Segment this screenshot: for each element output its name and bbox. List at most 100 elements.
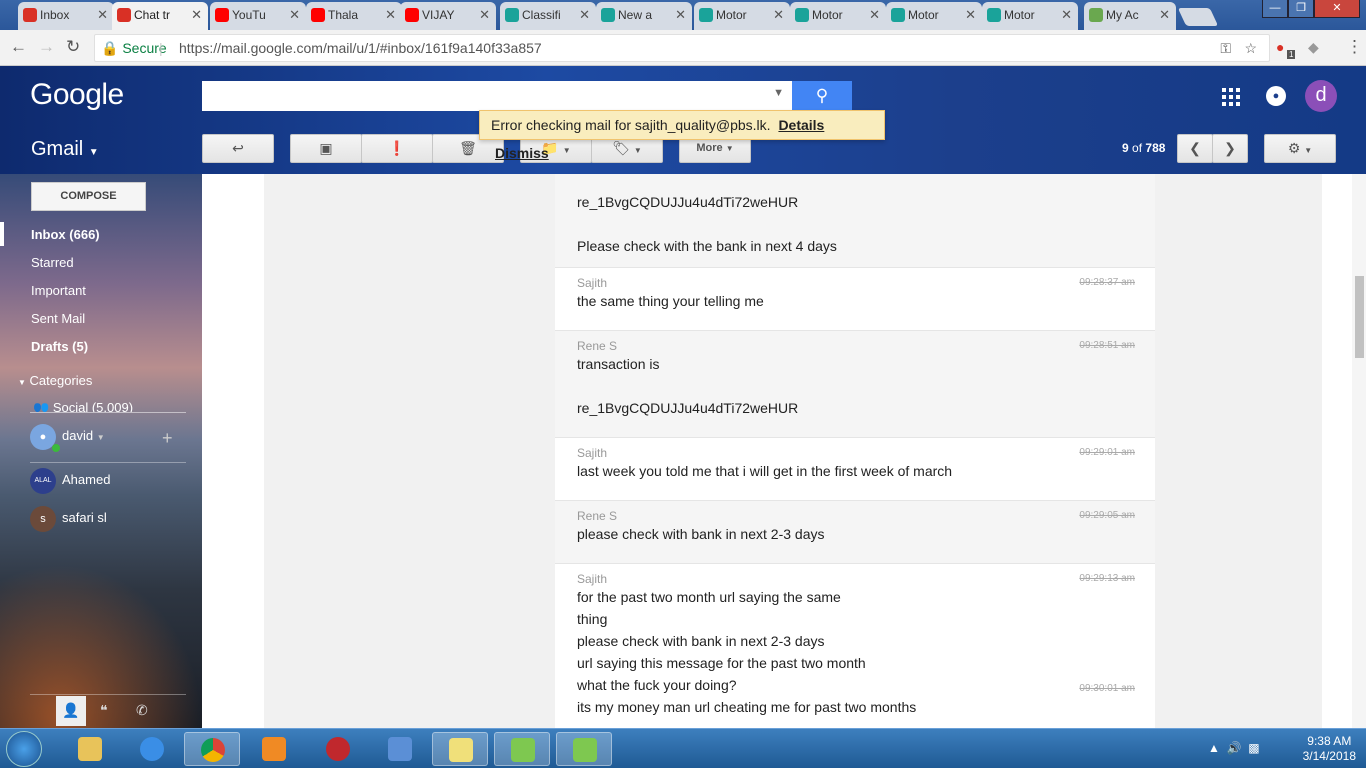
message-line: re_1BvgCQDUJJu4u4dTi72weHUR [577,194,799,210]
close-tab-icon[interactable]: ✕ [97,2,108,28]
database-taskbar-icon[interactable] [494,732,550,766]
browser-tab[interactable]: Classifi ✕ [500,2,596,30]
close-tab-icon[interactable]: ✕ [1159,2,1170,28]
close-tab-icon[interactable]: ✕ [773,2,784,28]
older-button[interactable]: ❯ [1212,134,1248,163]
settings-button[interactable]: ⚙ ▼ [1264,134,1336,163]
chat-contact-safari[interactable]: s safari sl [30,504,107,532]
database2-taskbar-icon[interactable] [556,732,612,766]
google-logo[interactable]: Google [30,78,124,112]
app-taskbar-icon[interactable] [310,732,366,766]
system-tray-icons[interactable]: ▲ 🔊 ▩ [1208,741,1260,755]
scrollbar[interactable] [1352,174,1366,728]
search-options-icon[interactable]: ▼ [773,87,784,99]
scrollbar-thumb[interactable] [1355,276,1364,358]
nav-sent-mail[interactable]: Sent Mail [31,311,85,326]
message-line: its my money man url cheating me for pas… [577,699,917,715]
close-tab-icon[interactable]: ✕ [965,2,976,28]
back-icon[interactable]: ← [10,37,27,57]
contacts-person-icon[interactable]: 👤 [56,696,86,726]
key-icon[interactable]: ⚿ [1220,35,1231,61]
chat-self-row[interactable]: ● david ▼ [30,422,105,450]
url-input[interactable]: 🔒 Secure | https://mail.google.com/mail/… [94,34,1270,62]
nav-social[interactable]: 👥 Social (5,009) [33,402,133,412]
network-app-taskbar-icon[interactable] [372,732,428,766]
dismiss-link[interactable]: Dismiss [495,145,549,161]
close-window-button[interactable]: ✕ [1314,0,1360,18]
close-tab-icon[interactable]: ✕ [675,2,686,28]
nav-important[interactable]: Important [31,283,86,298]
ie-taskbar-icon[interactable] [124,732,180,766]
browser-tab[interactable]: YouTu ✕ [210,2,306,30]
reload-icon[interactable]: ↻ [66,37,80,57]
close-tab-icon[interactable]: ✕ [869,2,880,28]
report-spam-button[interactable]: ❗ [361,134,433,163]
new-tab-button[interactable] [1177,8,1219,26]
browser-tab-strip: Inbox ✕ Chat tr ✕ YouTu ✕ Thala ✕ VIJAY ✕ Classifi… [0,0,1366,30]
account-avatar[interactable]: d [1305,80,1337,112]
search-input[interactable]: ▼ [202,81,792,111]
explorer-taskbar-icon[interactable] [62,732,118,766]
close-tab-icon[interactable]: ✕ [191,2,202,28]
forward-icon[interactable]: → [38,37,55,57]
add-contact-icon[interactable]: + [162,428,173,449]
more-label: More [696,142,723,154]
chat-contact-ahamed[interactable]: ALAL Ahamed [30,466,110,494]
details-link[interactable]: Details [778,117,824,133]
tab-title: YouTu [232,8,266,22]
apps-grid-icon[interactable] [1222,88,1240,106]
browser-tab[interactable]: Chat tr ✕ [112,2,208,30]
newer-button[interactable]: ❮ [1177,134,1213,163]
chrome-taskbar-icon[interactable] [184,732,240,766]
close-tab-icon[interactable]: ✕ [579,2,590,28]
archive-button[interactable]: ▣ [290,134,362,163]
youtube-icon [311,8,325,22]
spam-icon: ❗ [388,140,406,156]
search-button[interactable]: ⚲ [792,81,852,111]
minimize-button[interactable]: — [1262,0,1288,18]
nav-starred[interactable]: Starred [31,255,74,270]
bookmark-star-icon[interactable]: ☆ [1244,35,1257,61]
network-icon[interactable]: ▩ [1248,741,1259,755]
notifications-bell-icon[interactable]: ● [1266,86,1286,106]
start-button[interactable] [6,731,42,767]
hangouts-quote-icon[interactable]: ❝ [100,702,108,719]
contact-name: safari sl [62,510,107,525]
extension-badge: 1 [1287,50,1296,59]
error-banner: Error checking mail for sajith_quality@p… [479,110,885,161]
close-tab-icon[interactable]: ✕ [289,2,300,28]
show-hidden-icons-icon[interactable]: ▲ [1208,741,1220,755]
close-tab-icon[interactable]: ✕ [385,2,396,28]
browser-tab[interactable]: New a ✕ [596,2,692,30]
notes-taskbar-icon[interactable] [432,732,488,766]
nav-categories[interactable]: ▼ Categories [18,373,92,388]
browser-tab[interactable]: My Ac ✕ [1084,2,1176,30]
media-player-taskbar-icon[interactable] [246,732,302,766]
browser-tab[interactable]: VIJAY ✕ [400,2,496,30]
back-to-inbox-button[interactable]: ↩ [202,134,274,163]
browser-tab[interactable]: Thala ✕ [306,2,402,30]
menu-icon[interactable]: ⋮ [1346,37,1363,57]
extension2-icon[interactable]: ◆ [1308,39,1319,56]
nav-inbox[interactable]: Inbox (666) [31,227,100,242]
browser-tab[interactable]: Motor ✕ [790,2,886,30]
close-tab-icon[interactable]: ✕ [1061,2,1072,28]
phone-icon[interactable]: ✆ [136,702,148,719]
inbox-selected-indicator [0,222,4,246]
clock[interactable]: 9:38 AM 3/14/2018 [1303,734,1356,764]
gmail-menu[interactable]: Gmail ▼ [31,138,99,161]
message-sender: Sajith [577,276,608,290]
volume-icon[interactable]: 🔊 [1227,741,1242,755]
compose-button[interactable]: COMPOSE [31,182,146,211]
extension-icon[interactable]: ● [1276,39,1284,55]
close-tab-icon[interactable]: ✕ [479,2,490,28]
browser-tab[interactable]: Motor ✕ [694,2,790,30]
tab-title: New a [618,8,653,22]
browser-tab[interactable]: Motor ✕ [886,2,982,30]
nav-drafts[interactable]: Drafts (5) [31,339,88,354]
message-line: url saying this message for the past two… [577,655,866,671]
maximize-button[interactable]: ❐ [1288,0,1314,18]
tab-title: Chat tr [134,8,171,22]
browser-tab[interactable]: Motor ✕ [982,2,1078,30]
browser-tab[interactable]: Inbox ✕ [18,2,114,30]
